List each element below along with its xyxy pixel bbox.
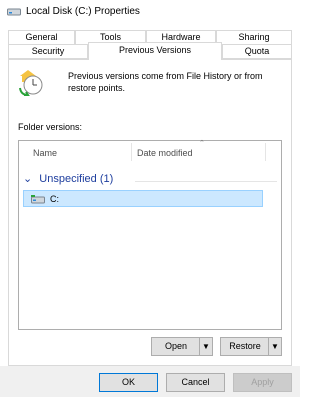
restore-clock-icon xyxy=(19,70,43,96)
tab-sharing[interactable]: Sharing xyxy=(216,30,292,45)
open-split-button: Open ▼ xyxy=(151,337,213,356)
tab-general[interactable]: General xyxy=(8,30,75,45)
list-item-name: C: xyxy=(50,194,59,204)
column-header-name[interactable]: Name xyxy=(33,148,57,158)
tab-strip: General Tools Hardware Sharing Security … xyxy=(0,26,300,60)
tab-previous-versions[interactable]: Previous Versions xyxy=(88,42,222,60)
open-dropdown-arrow-icon[interactable]: ▼ xyxy=(199,338,212,355)
column-divider[interactable] xyxy=(265,143,266,161)
open-button[interactable]: Open xyxy=(152,338,200,355)
restore-split-button: Restore ▼ xyxy=(220,337,282,356)
window-title: Local Disk (C:) Properties xyxy=(26,6,140,17)
group-label: Unspecified (1) xyxy=(39,173,114,185)
cancel-button[interactable]: Cancel xyxy=(166,373,225,392)
folder-versions-label: Folder versions: xyxy=(18,122,83,132)
apply-button[interactable]: Apply xyxy=(233,373,292,392)
list-item[interactable]: C: xyxy=(23,190,263,207)
column-divider[interactable] xyxy=(131,143,132,161)
restore-button[interactable]: Restore xyxy=(221,338,269,355)
group-divider xyxy=(135,181,277,182)
description-text: Previous versions come from File History… xyxy=(68,71,263,93)
tab-quota[interactable]: Quota xyxy=(222,44,292,59)
column-header-date-modified[interactable]: Date modified xyxy=(137,148,193,158)
drive-icon xyxy=(7,8,21,16)
ok-button[interactable]: OK xyxy=(99,373,158,392)
column-header-row: Name ⌃ Date modified xyxy=(19,140,281,163)
versions-list[interactable]: Name ⌃ Date modified ⌄ Unspecified (1) C… xyxy=(18,140,282,330)
restore-dropdown-arrow-icon[interactable]: ▼ xyxy=(268,338,281,355)
group-header[interactable]: ⌄ Unspecified (1) xyxy=(23,172,113,185)
drive-icon xyxy=(31,195,45,204)
sort-indicator-icon: ⌃ xyxy=(199,140,205,147)
tab-security[interactable]: Security xyxy=(8,44,88,59)
chevron-down-icon: ⌄ xyxy=(23,173,33,185)
dialog-footer: OK Cancel Apply xyxy=(0,366,300,397)
title-bar: Local Disk (C:) Properties xyxy=(0,0,300,25)
